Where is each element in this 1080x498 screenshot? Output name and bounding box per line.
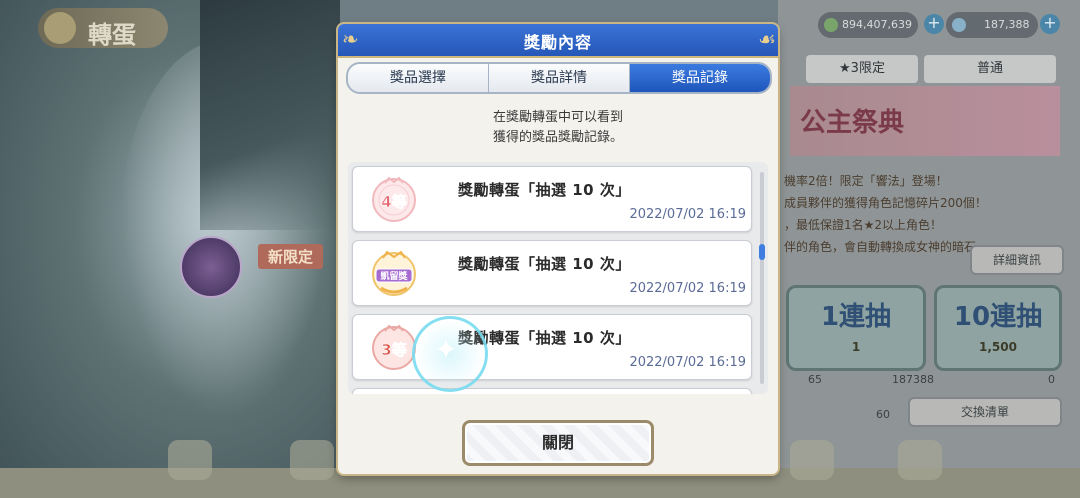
svg-text:3等: 3等 [381, 341, 406, 359]
tab-prize-details[interactable]: 獎品詳情 [489, 64, 630, 92]
dialog-header: ❧ 獎勵內容 ☙ [338, 24, 778, 58]
details-button[interactable]: 詳細資訊 [970, 245, 1064, 275]
dialog-title: 獎勵內容 [523, 33, 592, 52]
nav-menu-icon[interactable] [898, 440, 942, 480]
mana-coin-icon [824, 18, 838, 32]
nav-home-icon[interactable] [168, 440, 212, 480]
mana-counter: 894,407,639 [818, 12, 918, 38]
character-portrait [180, 236, 242, 298]
add-mana-button[interactable]: + [924, 14, 944, 34]
record-row-partial [352, 388, 752, 394]
sparkle-icon: ✦ [434, 333, 458, 366]
new-limited-tag: 新限定 [258, 244, 324, 269]
record-time: 2022/07/02 16:19 [629, 207, 746, 222]
festival-banner: 公主祭典 [790, 86, 1060, 156]
reward-content-dialog: ❧ 獎勵內容 ☙ 獎品選擇 獎品詳情 獎品記錄 在獎勵轉蛋中可以看到 獲得的獎品… [338, 24, 778, 474]
nav-character-icon[interactable] [290, 440, 334, 480]
list-scroll-thumb[interactable] [759, 244, 765, 260]
close-button[interactable]: 關閉 [462, 420, 654, 466]
tab-star3-limited[interactable]: ★3限定 [806, 55, 918, 83]
record-time: 2022/07/02 16:19 [629, 355, 746, 370]
tab-normal[interactable]: 普通 [924, 55, 1056, 83]
svg-text:4等: 4等 [381, 193, 406, 211]
screen-title: 轉蛋 [88, 21, 136, 49]
prize-4th-icon: 4等 [372, 176, 416, 222]
character-art: 新限定 [0, 0, 340, 498]
jewel-counter: 187,388 [946, 12, 1038, 38]
record-row: 4等 獎勵轉蛋「抽選 10 次」 2022/07/02 16:19 [352, 166, 752, 232]
single-pull-button[interactable]: 1連抽 1 [786, 285, 926, 371]
stat-value: 60 [876, 408, 890, 421]
list-scrollbar[interactable] [760, 172, 764, 384]
prize-kyaru-icon: 凱留獎 [372, 250, 416, 296]
add-jewel-button[interactable]: + [1040, 14, 1060, 34]
record-name: 獎勵轉蛋「抽選 10 次」 [458, 255, 631, 273]
svg-text:凱留獎: 凱留獎 [380, 270, 408, 282]
stat-value: 65 [808, 373, 822, 386]
ten-pull-button[interactable]: 10連抽 1,500 [934, 285, 1062, 371]
stat-value: 187388 [892, 373, 934, 386]
dialog-tabs: 獎品選擇 獎品詳情 獎品記錄 [346, 62, 772, 94]
nav-gacha-icon[interactable] [790, 440, 834, 480]
ornament-right-icon: ☙ [758, 27, 776, 51]
record-row: 凱留獎 獎勵轉蛋「抽選 10 次」 2022/07/02 16:19 [352, 240, 752, 306]
record-name: 獎勵轉蛋「抽選 10 次」 [458, 181, 631, 199]
records-description: 在獎勵轉蛋中可以看到 獲得的獎品獎勵記錄。 [492, 110, 623, 145]
records-list[interactable]: 4等 獎勵轉蛋「抽選 10 次」 2022/07/02 16:19 凱留獎 獎勵… [348, 162, 768, 394]
tab-prize-records[interactable]: 獎品記錄 [630, 64, 770, 92]
gacha-emblem-icon [44, 12, 76, 44]
jewel-icon [952, 18, 966, 32]
screen-title-badge: 轉蛋 [38, 8, 168, 49]
exchange-list-button[interactable]: 交換清單 [908, 397, 1062, 427]
tab-prize-selection[interactable]: 獎品選擇 [348, 64, 489, 92]
stat-value: 0 [1048, 373, 1055, 386]
record-time: 2022/07/02 16:19 [629, 281, 746, 296]
